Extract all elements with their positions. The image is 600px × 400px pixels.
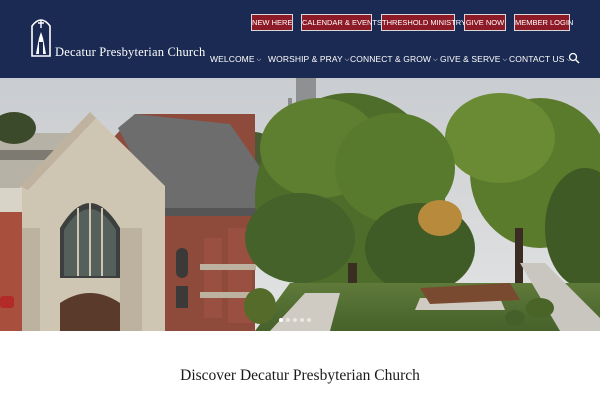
nav-connect-grow[interactable]: CONNECT & GROW ⌵ bbox=[350, 54, 438, 64]
nav-welcome[interactable]: WELCOME ⌵ bbox=[210, 54, 261, 64]
slider-dot-4[interactable] bbox=[300, 318, 304, 322]
nav-give-serve[interactable]: GIVE & SERVE ⌵ bbox=[440, 54, 507, 64]
calendar-events-link[interactable]: CALENDAR & EVENTS bbox=[301, 14, 382, 31]
chevron-down-icon: ⌵ bbox=[256, 57, 262, 63]
church-logo-icon[interactable] bbox=[30, 12, 52, 58]
nav-worship-pray-label: WORSHIP & PRAY bbox=[268, 54, 343, 64]
chevron-down-icon: ⌵ bbox=[433, 57, 438, 63]
member-login-link[interactable]: MEMBER LOGIN bbox=[514, 14, 573, 31]
slider-dot-2[interactable] bbox=[286, 318, 290, 322]
slider-dot-3[interactable] bbox=[293, 318, 297, 322]
page-headline: Discover Decatur Presbyterian Church bbox=[180, 367, 420, 384]
nav-connect-grow-label: CONNECT & GROW bbox=[350, 54, 432, 64]
hero-slider[interactable] bbox=[0, 78, 600, 331]
give-now-link[interactable]: GIVE NOW bbox=[464, 14, 506, 31]
new-here-link[interactable]: NEW HERE bbox=[251, 14, 293, 31]
site-brand-name[interactable]: Decatur Presbyterian Church bbox=[55, 45, 206, 60]
chevron-down-icon: ⌵ bbox=[344, 57, 350, 63]
chevron-down-icon: ⌵ bbox=[502, 57, 508, 63]
church-photo bbox=[0, 78, 600, 331]
nav-contact-us[interactable]: CONTACT US ⌵ bbox=[509, 54, 571, 64]
nav-welcome-label: WELCOME bbox=[210, 54, 255, 64]
site-header: Decatur Presbyterian Church NEW HERE CAL… bbox=[0, 0, 600, 78]
nav-give-serve-label: GIVE & SERVE bbox=[440, 54, 501, 64]
nav-worship-pray[interactable]: WORSHIP & PRAY ⌵ bbox=[268, 54, 349, 64]
slider-dot-5[interactable] bbox=[307, 318, 311, 322]
slider-dot-1[interactable] bbox=[279, 318, 283, 322]
slider-dots bbox=[279, 318, 311, 322]
threshold-ministry-link[interactable]: THRESHOLD MINISTRY bbox=[381, 14, 466, 31]
search-icon[interactable] bbox=[568, 52, 580, 64]
nav-contact-us-label: CONTACT US bbox=[509, 54, 565, 64]
